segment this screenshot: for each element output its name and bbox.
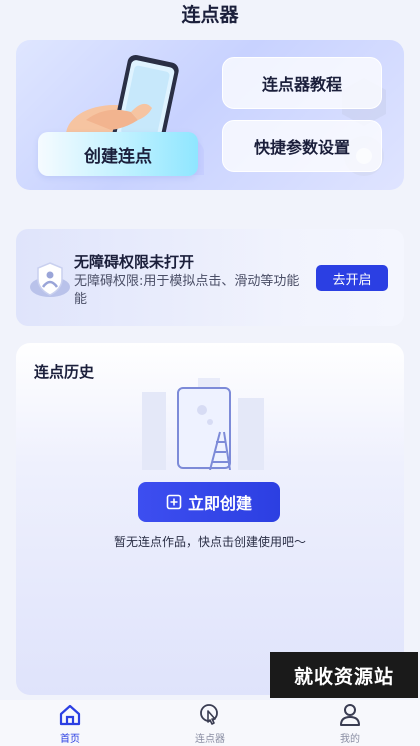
create-clicker-button[interactable]: 创建连点 xyxy=(38,132,198,176)
tab-home[interactable]: 首页 xyxy=(30,700,110,746)
add-icon xyxy=(166,494,182,510)
page-title: 连点器 xyxy=(181,4,239,26)
empty-state-illustration xyxy=(142,378,264,470)
enable-accessibility-button[interactable]: 去开启 xyxy=(316,265,388,291)
watermark: 就收资源站 xyxy=(270,652,418,698)
bottom-tab-bar: 首页 连点器 我的 xyxy=(0,700,420,746)
history-title: 连点历史 xyxy=(34,363,95,381)
tab-home-label: 首页 xyxy=(60,734,80,745)
tab-clicker-label: 连点器 xyxy=(195,734,225,745)
create-now-label: 立即创建 xyxy=(187,494,252,513)
quick-settings-button-label: 快捷参数设置 xyxy=(253,138,350,157)
quick-settings-button[interactable]: 快捷参数设置 xyxy=(222,120,382,172)
home-icon xyxy=(59,704,81,726)
tap-icon xyxy=(200,704,218,725)
accessibility-description: 无障碍权限:用于模拟点击、滑动等功能能 xyxy=(74,274,300,307)
accessibility-title: 无障碍权限未打开 xyxy=(74,253,195,271)
tab-clicker[interactable]: 连点器 xyxy=(170,700,250,746)
tab-mine-label: 我的 xyxy=(340,734,360,745)
empty-history-text: 暂无连点作品，快点击创建使用吧～ xyxy=(113,535,306,549)
tutorial-button-label: 连点器教程 xyxy=(261,75,342,94)
create-now-button[interactable]: 立即创建 xyxy=(138,482,280,522)
accessibility-shield-icon xyxy=(30,262,70,297)
user-icon xyxy=(340,704,360,726)
tab-mine[interactable]: 我的 xyxy=(310,700,390,746)
tutorial-button[interactable]: 连点器教程 xyxy=(222,57,382,109)
